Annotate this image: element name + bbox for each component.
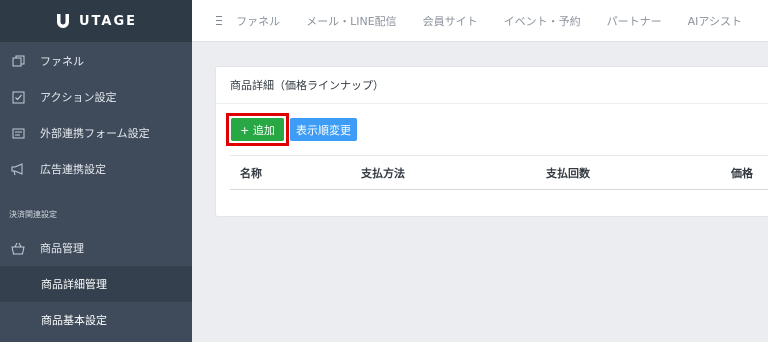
logo-bar[interactable]: UTAGE xyxy=(0,0,192,42)
card-title: 商品詳細（価格ラインナップ） xyxy=(230,79,384,92)
column-header-payment-count: 支払回数 xyxy=(546,167,590,180)
sidebar-item-action-settings[interactable]: アクション設定 xyxy=(0,79,192,115)
column-header-payment-method: 支払方法 xyxy=(361,167,405,180)
sidebar: UTAGE ファネル アクション設定 外部連携フォーム設定 広告連携設定 決済関… xyxy=(0,0,192,342)
sidebar-item-label: 広告連携設定 xyxy=(40,163,106,176)
sidebar-item-product-detail[interactable]: 商品詳細管理 xyxy=(0,266,192,302)
funnel-icon xyxy=(11,54,25,68)
utage-logo-icon xyxy=(55,13,71,29)
basket-icon xyxy=(11,241,25,255)
add-button[interactable]: + 追加 xyxy=(231,118,284,141)
card-divider xyxy=(216,103,768,104)
nav-item-ai-assist[interactable]: AIアシスト xyxy=(688,13,742,29)
sidebar-item-label: 商品詳細管理 xyxy=(41,278,107,291)
nav-item-mail-line[interactable]: メール・LINE配信 xyxy=(306,13,397,29)
nav-item-partner[interactable]: パートナー xyxy=(607,13,662,29)
sidebar-item-label: 商品管理 xyxy=(40,242,84,255)
nav-item-member-site[interactable]: 会員サイト xyxy=(423,13,478,29)
table-header-border xyxy=(230,189,768,190)
column-header-price: 価格 xyxy=(731,167,753,180)
sidebar-item-ad-integration[interactable]: 広告連携設定 xyxy=(0,151,192,187)
sidebar-item-funnel[interactable]: ファネル xyxy=(0,43,192,79)
sidebar-item-label: 外部連携フォーム設定 xyxy=(40,127,150,140)
sidebar-item-product-management[interactable]: 商品管理 xyxy=(0,230,192,266)
sidebar-item-label: 商品基本設定 xyxy=(41,314,107,327)
form-icon xyxy=(11,126,25,140)
logo-text: UTAGE xyxy=(78,13,138,29)
sidebar-item-external-form[interactable]: 外部連携フォーム設定 xyxy=(0,115,192,151)
top-navigation: ファネル メール・LINE配信 会員サイト イベント・予約 パートナー AIアシ… xyxy=(192,0,768,42)
hamburger-icon[interactable] xyxy=(216,16,223,25)
megaphone-icon xyxy=(11,162,25,176)
sidebar-section-label: 決済関連設定 xyxy=(9,210,57,219)
nav-item-event-booking[interactable]: イベント・予約 xyxy=(504,13,581,29)
sidebar-item-label: ファネル xyxy=(40,55,84,68)
reorder-button[interactable]: 表示順変更 xyxy=(290,118,357,141)
column-header-name: 名称 xyxy=(240,167,262,180)
table-top-border xyxy=(230,155,768,156)
product-detail-card: 商品詳細（価格ラインナップ） + 追加 表示順変更 名称 支払方法 支払回数 価… xyxy=(215,66,768,217)
sidebar-item-product-basic-settings[interactable]: 商品基本設定 xyxy=(0,302,192,338)
nav-item-funnel[interactable]: ファネル xyxy=(236,13,280,29)
check-square-icon xyxy=(11,90,25,104)
sidebar-item-label: アクション設定 xyxy=(40,91,117,104)
